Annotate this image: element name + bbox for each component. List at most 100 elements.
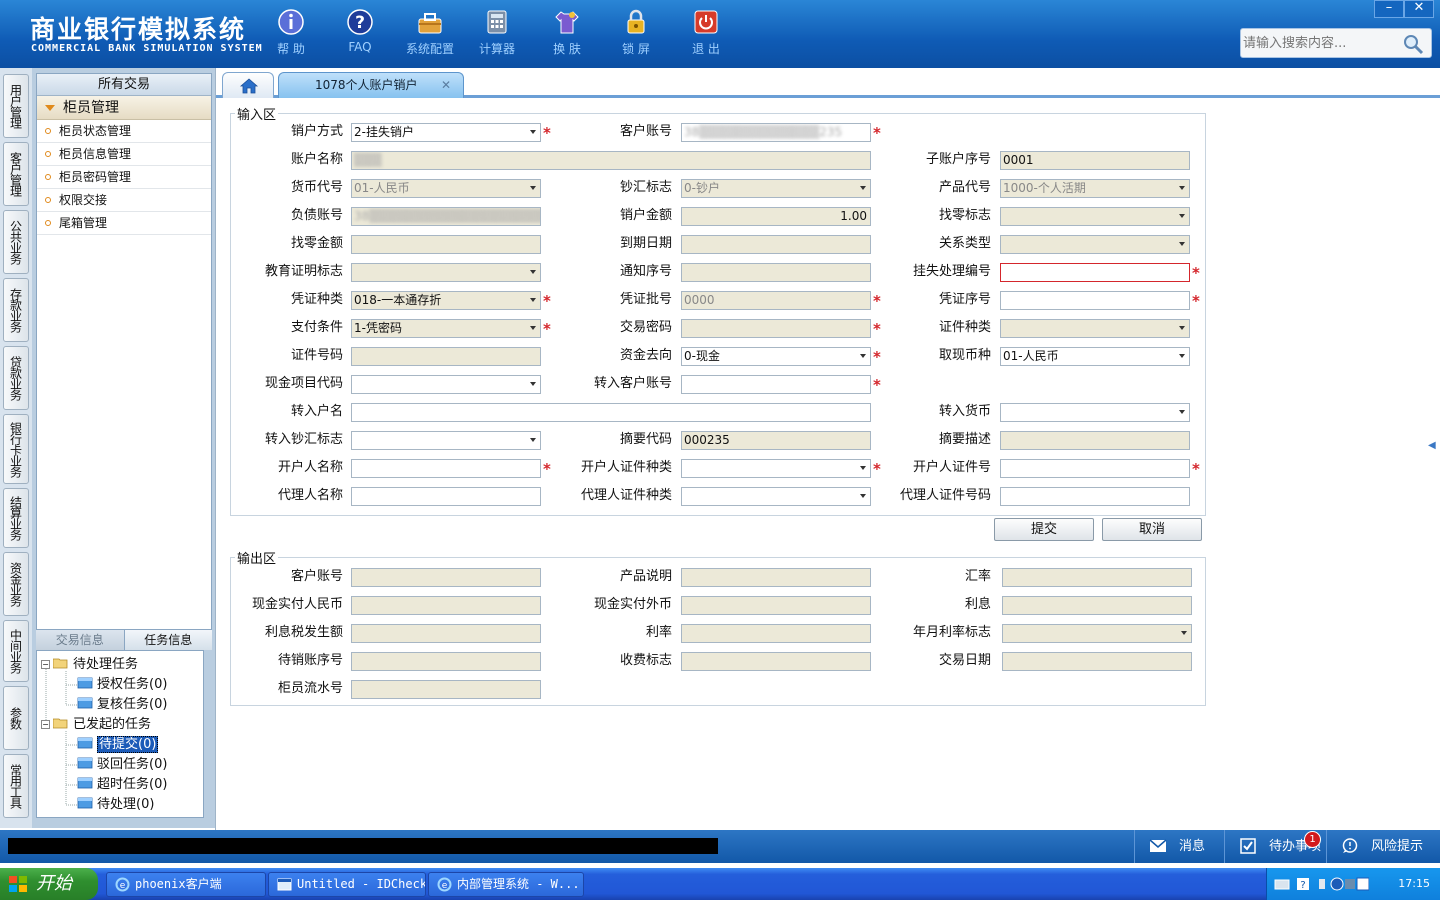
fund-direction-label: 资金去向 (619, 348, 672, 363)
trade-password-input[interactable] (681, 319, 871, 338)
tree-node-to-submit[interactable]: 待提交(0) (77, 736, 159, 754)
faq-button[interactable]: ? FAQ (330, 8, 390, 54)
vtab-intermediate[interactable]: 中间业务 (3, 620, 29, 682)
vtab-params[interactable]: 参数 (3, 686, 29, 750)
tree-node-pending[interactable]: − 待处理任务 (41, 656, 138, 674)
calculator-button[interactable]: 计算器 (467, 8, 527, 57)
lock-screen-button[interactable]: 锁 屏 (606, 8, 666, 57)
opener-id-type-select[interactable] (681, 459, 871, 478)
in-cash-flag-select[interactable] (351, 431, 541, 450)
tab-close-icon[interactable]: ✕ (441, 73, 451, 97)
minimize-button[interactable]: – (1374, 0, 1404, 18)
dropdown-arrow-icon (530, 438, 536, 442)
due-date-label: 到期日期 (619, 236, 672, 251)
vtab-tools[interactable]: 常用工具 (3, 754, 29, 818)
out-trade-date-label: 交易日期 (938, 653, 991, 668)
debt-account-label: 负债账号 (290, 208, 343, 223)
vtab-card[interactable]: 银行卡业务 (3, 414, 29, 484)
voucher-batch-field: 0000 (681, 291, 871, 310)
window-app-icon (277, 878, 292, 891)
risk-alert-button[interactable]: 风险提示 (1326, 830, 1440, 863)
required-mark: * (543, 124, 551, 142)
task-internal-system[interactable]: e 内部管理系统 - W... (428, 872, 584, 897)
vtab-customer[interactable]: 客户管理 (3, 142, 29, 206)
vtab-deposit[interactable]: 存款业务 (3, 278, 29, 342)
menu-item-teller-info[interactable]: 柜员信息管理 (37, 143, 211, 166)
cash-currency-select[interactable]: 01-人民币 (1000, 347, 1190, 366)
opener-id-no-input[interactable] (1000, 459, 1190, 478)
required-mark: * (1192, 460, 1200, 478)
sub-seq-field: 0001 (1000, 151, 1190, 170)
message-button[interactable]: 消息 (1134, 830, 1224, 863)
submit-button[interactable]: 提交 (994, 518, 1094, 541)
opener-name-input[interactable] (351, 459, 541, 478)
vtab-user[interactable]: 用户管理 (3, 74, 29, 138)
cash-item-select[interactable] (351, 375, 541, 394)
in-account-input[interactable] (681, 375, 871, 394)
brand-subtitle: COMMERCIAL BANK SIMULATION SYSTEM (31, 43, 263, 54)
agent-id-no-input[interactable] (1000, 487, 1190, 506)
exit-button[interactable]: 退 出 (676, 8, 736, 57)
out-account-label: 客户账号 (290, 569, 343, 584)
vtab-public[interactable]: 公共业务 (3, 210, 29, 274)
skin-button[interactable]: 换 肤 (537, 8, 597, 57)
voucher-type-select[interactable]: 018-一本通存折 (351, 291, 541, 310)
task-idcheck[interactable]: Untitled - IDCheck (268, 872, 426, 897)
search-input[interactable] (1243, 32, 1403, 54)
in-currency-label: 转入货币 (938, 404, 991, 419)
vtab-settlement[interactable]: 结算业务 (3, 488, 29, 548)
tree-node-timeout[interactable]: 超时任务(0) (77, 776, 167, 794)
agent-name-input[interactable] (351, 487, 541, 506)
start-button[interactable]: 开始 (0, 868, 98, 900)
close-button[interactable]: ✕ (1404, 0, 1434, 18)
menu-title[interactable]: 所有交易 (37, 74, 211, 96)
search-icon[interactable] (1401, 32, 1425, 56)
chat-bubble-icon (1342, 838, 1358, 853)
tab-account-close[interactable]: 1078个人账户销户 ✕ (278, 72, 464, 98)
help-button[interactable]: 帮 助 (261, 8, 321, 57)
pay-cond-select[interactable]: 1-凭密码 (351, 319, 541, 338)
relation-type-select (1000, 235, 1190, 254)
tree-node-rejected[interactable]: 驳回任务(0) (77, 756, 167, 774)
menu-group-teller[interactable]: 柜员管理 (37, 96, 211, 120)
vtab-fund[interactable]: 资金业务 (3, 552, 29, 616)
fund-direction-select[interactable]: 0-现金 (681, 347, 871, 366)
collapse-toggle-icon[interactable]: − (41, 720, 50, 729)
task-phoenix[interactable]: e phoenix客户端 (106, 872, 266, 897)
out-ym-rate-flag-label: 年月利率标志 (912, 625, 991, 640)
cash-item-label: 现金项目代码 (264, 376, 343, 391)
home-tab[interactable] (222, 72, 274, 98)
opener-name-label: 开户人名称 (277, 460, 343, 475)
in-name-input[interactable] (351, 403, 871, 422)
tree-node-initiated[interactable]: − 已发起的任务 (41, 716, 151, 734)
tree-node-review[interactable]: 复核任务(0) (77, 696, 167, 714)
collapse-panel-arrow-icon[interactable]: ◀ (1428, 440, 1436, 464)
system-config-button[interactable]: 系统配置 (400, 8, 460, 57)
voucher-seq-input[interactable] (1000, 291, 1190, 310)
vtab-loan[interactable]: 贷款业务 (3, 346, 29, 410)
in-currency-select[interactable] (1000, 403, 1190, 422)
tab-task-info[interactable]: 任务信息 (123, 630, 212, 650)
envelope-icon (1149, 839, 1167, 852)
out-int-rate-label: 利率 (645, 625, 672, 640)
menu-item-teller-status[interactable]: 柜员状态管理 (37, 120, 211, 143)
notice-seq-label: 通知序号 (619, 264, 672, 279)
menu-item-permission-handover[interactable]: 权限交接 (37, 189, 211, 212)
agent-id-type-select[interactable] (681, 487, 871, 506)
menu-item-tail-box[interactable]: 尾箱管理 (37, 212, 211, 235)
tree-node-to-process[interactable]: 待处理(0) (77, 796, 154, 814)
tab-trade-info[interactable]: 交易信息 (36, 630, 124, 650)
status-message-area (8, 838, 718, 854)
loss-no-input[interactable] (1000, 263, 1190, 282)
cash-flag-label: 钞汇标志 (619, 180, 672, 195)
notice-seq-field (681, 263, 871, 282)
tree-node-auth[interactable]: 授权任务(0) (77, 676, 167, 694)
menu-item-teller-password[interactable]: 柜员密码管理 (37, 166, 211, 189)
collapse-toggle-icon[interactable]: − (41, 660, 50, 669)
required-mark: * (1192, 264, 1200, 282)
dropdown-arrow-icon (530, 298, 536, 302)
account-input[interactable]: 38▒▒▒▒▒▒▒▒▒▒▒▒▒235 (681, 123, 871, 142)
cancel-button[interactable]: 取消 (1102, 518, 1202, 541)
out-cash-rmb-label: 现金实付人民币 (251, 597, 343, 612)
close-method-select[interactable]: 2-挂失销户 (351, 123, 541, 142)
